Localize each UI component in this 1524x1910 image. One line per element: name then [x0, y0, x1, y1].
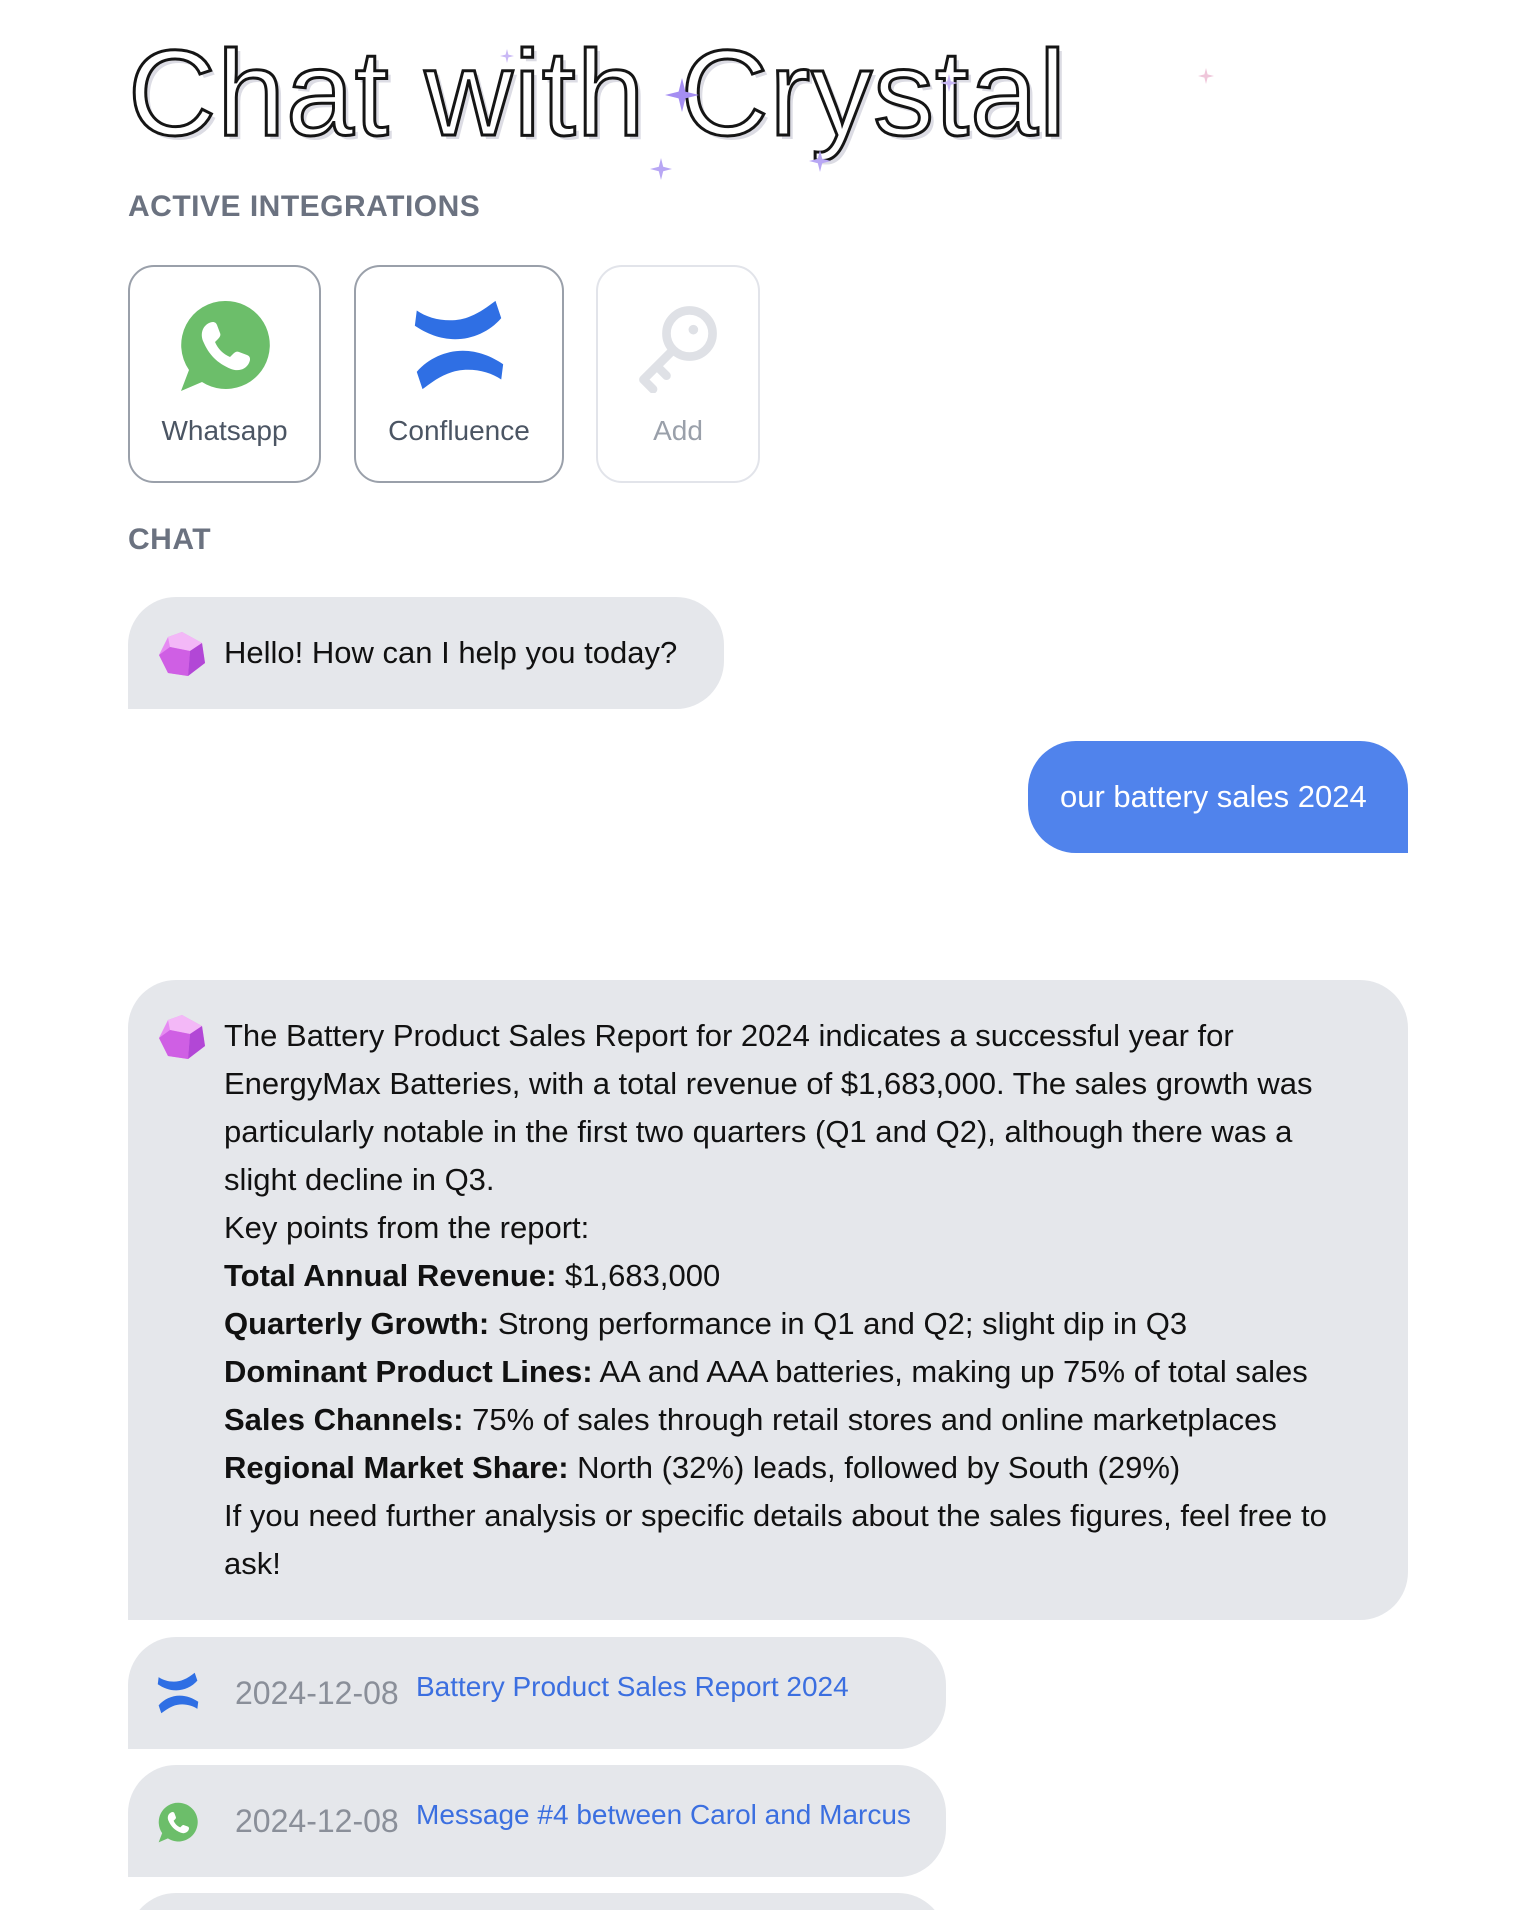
source-date: 2024-12-08 — [235, 1675, 399, 1711]
key-point-label: Sales Channels: — [224, 1402, 464, 1437]
sparkle-icon — [1198, 68, 1214, 84]
bot-response: The Battery Product Sales Report for 202… — [128, 980, 1408, 1620]
key-point: Quarterly Growth: Strong performance in … — [224, 1300, 1327, 1348]
whatsapp-icon — [158, 1802, 198, 1843]
sparkle-icon — [650, 158, 672, 180]
key-point-text: 75% of sales through retail stores and o… — [463, 1402, 1277, 1437]
key-point: Regional Market Share: North (32%) leads… — [224, 1444, 1327, 1492]
key-point-label: Quarterly Growth: — [224, 1306, 490, 1341]
response-line: If you need further analysis or specific… — [224, 1498, 1327, 1533]
source-item — [128, 1893, 946, 1910]
integration-whatsapp[interactable]: Whatsapp — [128, 265, 321, 483]
integration-label: Confluence — [388, 415, 530, 446]
integrations-heading: ACTIVE INTEGRATIONS — [128, 190, 481, 223]
key-icon — [639, 306, 717, 393]
chat-heading: CHAT — [128, 523, 212, 556]
source-date: 2024-12-08 — [235, 1803, 399, 1839]
user-message-text: our battery sales 2024 — [1060, 779, 1367, 814]
key-point-label: Regional Market Share: — [224, 1450, 569, 1485]
integration-label: Add — [653, 415, 703, 446]
response-line: EnergyMax Batteries, with a total revenu… — [224, 1066, 1313, 1101]
key-point: Dominant Product Lines: AA and AAA batte… — [224, 1348, 1327, 1396]
sparkle-icon — [940, 74, 958, 92]
add-integration-button[interactable]: Add — [596, 265, 760, 483]
whatsapp-icon — [180, 300, 270, 391]
key-point: Sales Channels: 75% of sales through ret… — [224, 1396, 1327, 1444]
key-point: Total Annual Revenue: $1,683,000 — [224, 1252, 1327, 1300]
title-area: Chat with Crystal — [126, 25, 1214, 180]
source-link[interactable]: Message #4 between Carol and Marcus — [416, 1799, 911, 1831]
key-point-text: $1,683,000 — [556, 1258, 721, 1293]
response-line: The Battery Product Sales Report for 202… — [224, 1018, 1234, 1053]
integration-label: Whatsapp — [161, 415, 288, 446]
sparkle-icon — [665, 78, 699, 112]
key-point-text: AA and AAA batteries, making up 75% of t… — [592, 1354, 1308, 1389]
response-line: ask! — [224, 1546, 281, 1581]
response-line: slight decline in Q3. — [224, 1162, 495, 1197]
response-line: Key points from the report: — [224, 1210, 590, 1245]
crystal-gem-icon — [159, 1015, 205, 1059]
bot-message: Hello! How can I help you today? — [128, 597, 724, 709]
confluence-icon — [157, 1672, 199, 1714]
integration-confluence[interactable]: Confluence — [354, 265, 564, 483]
crystal-gem-icon — [159, 632, 205, 676]
source-item: 2024-12-08 Message #4 between Carol and … — [128, 1765, 946, 1877]
source-link[interactable]: Battery Product Sales Report 2024 — [416, 1671, 849, 1703]
source-item: 2024-12-08 Battery Product Sales Report … — [128, 1637, 946, 1749]
key-point-text: Strong performance in Q1 and Q2; slight … — [489, 1306, 1188, 1341]
key-point-label: Dominant Product Lines: — [224, 1354, 593, 1389]
response-line: particularly notable in the first two qu… — [224, 1114, 1293, 1149]
sparkle-icon — [500, 49, 514, 63]
page-title: Chat with Crystal — [126, 25, 1068, 161]
confluence-icon — [414, 300, 504, 390]
key-point-text: North (32%) leads, followed by South (29… — [568, 1450, 1181, 1485]
bot-response-text: The Battery Product Sales Report for 202… — [224, 1012, 1327, 1588]
user-message: our battery sales 2024 — [1028, 741, 1408, 853]
key-point-label: Total Annual Revenue: — [224, 1258, 557, 1293]
sparkle-icon — [809, 150, 831, 172]
bot-message-text: Hello! How can I help you today? — [224, 635, 678, 670]
